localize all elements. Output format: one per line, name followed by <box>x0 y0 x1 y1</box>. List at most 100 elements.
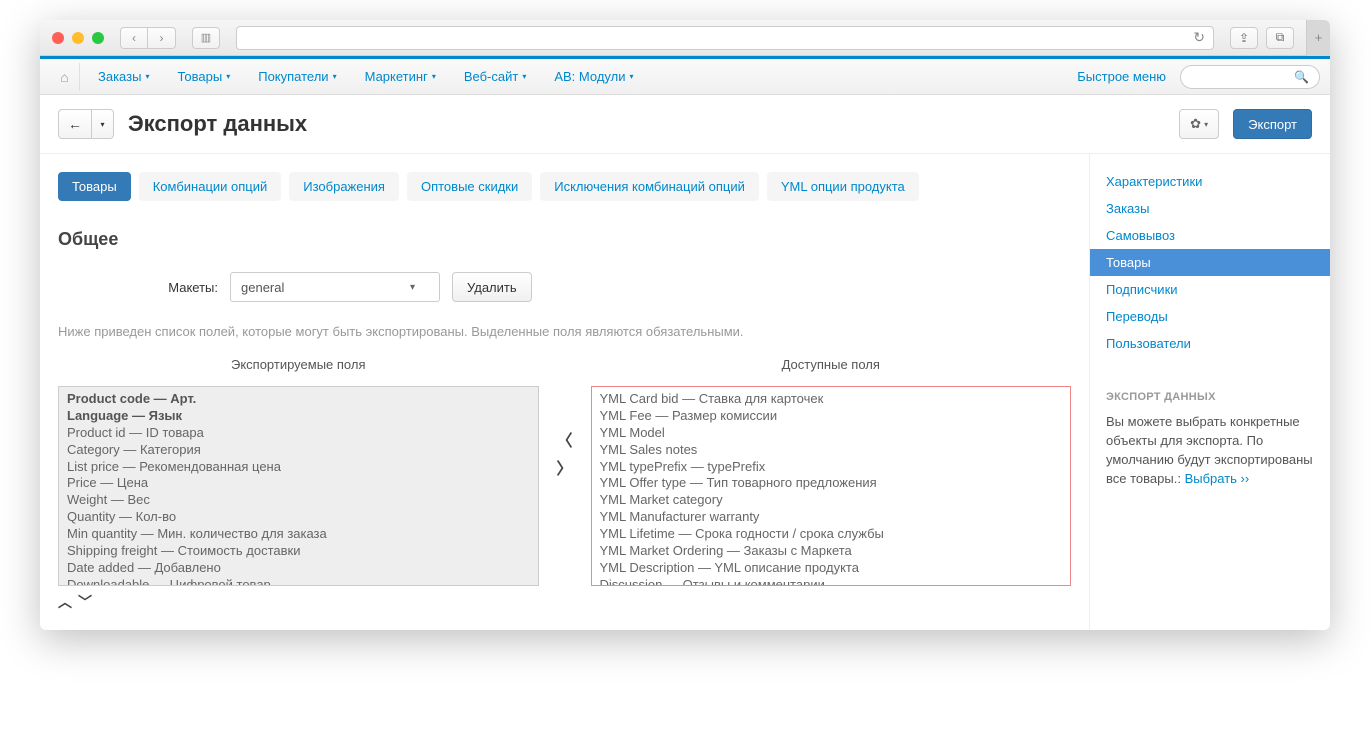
move-left-icon[interactable]: 〈 <box>557 427 573 451</box>
help-text: Ниже приведен список полей, которые могу… <box>58 324 1071 339</box>
tab-images[interactable]: Изображения <box>289 172 399 201</box>
list-item[interactable]: YML Card bid — Ставка для карточек <box>600 391 1063 408</box>
list-item[interactable]: List price — Рекомендованная цена <box>67 459 530 476</box>
page-title: Экспорт данных <box>128 111 307 137</box>
browser-toolbar-right: ⇪ ⧉ <box>1230 27 1294 49</box>
tab-exceptions[interactable]: Исключения комбинаций опций <box>540 172 759 201</box>
list-item[interactable]: YML Offer type — Тип товарного предложен… <box>600 475 1063 492</box>
list-item[interactable]: YML typePrefix — typePrefix <box>600 459 1063 476</box>
list-item[interactable]: Category — Категория <box>67 442 530 459</box>
list-item[interactable]: YML Market Ordering — Заказы с Маркета <box>600 543 1063 560</box>
sidebar-section: ЭКСПОРТ ДАННЫХ Вы можете выбрать конкрет… <box>1090 391 1330 488</box>
list-item[interactable]: YML Description — YML описание продукта <box>600 560 1063 577</box>
back-button-group: ← ▾ <box>58 109 114 139</box>
list-item[interactable]: Weight — Вес <box>67 492 530 509</box>
nav-products[interactable]: Товары▾ <box>163 59 244 95</box>
sidebar-item[interactable]: Переводы <box>1090 303 1330 330</box>
list-item[interactable]: YML Sales notes <box>600 442 1063 459</box>
window-controls <box>52 32 104 44</box>
move-right-icon[interactable]: 〉 <box>557 455 573 479</box>
nav-ab-modules[interactable]: AB: Модули▾ <box>540 59 647 95</box>
list-item[interactable]: Product id — ID товара <box>67 425 530 442</box>
list-item[interactable]: Downloadable — Цифровой товар <box>67 577 530 586</box>
available-fields-list[interactable]: YML Card bid — Ставка для карточекYML Fe… <box>591 386 1072 586</box>
layout-select[interactable]: general <box>230 272 440 302</box>
main-nav: ⌂ Заказы▾ Товары▾ Покупатели▾ Маркетинг▾… <box>40 59 1330 95</box>
section-title: Общее <box>58 229 1071 250</box>
main-column: Товары Комбинации опций Изображения Опто… <box>40 154 1090 630</box>
list-item[interactable]: Min quantity — Мин. количество для заказ… <box>67 526 530 543</box>
list-item[interactable]: Discussion — Отзывы и комментарии <box>600 577 1063 586</box>
list-item[interactable]: Price — Цена <box>67 475 530 492</box>
browser-nav: ‹ › <box>120 27 176 49</box>
gear-icon: ✿ <box>1190 116 1201 132</box>
nav-marketing[interactable]: Маркетинг▾ <box>351 59 450 95</box>
transfer-controls: 〈 〉 <box>557 357 573 479</box>
browser-forward-button[interactable]: › <box>148 27 176 49</box>
sidebar-item[interactable]: Самовывоз <box>1090 222 1330 249</box>
sidebar: ХарактеристикиЗаказыСамовывозТоварыПодпи… <box>1090 154 1330 630</box>
layout-row: Макеты: general Удалить <box>58 272 1071 302</box>
url-bar[interactable]: ↻ <box>236 26 1214 50</box>
list-item[interactable]: YML Model <box>600 425 1063 442</box>
move-down-icon[interactable]: ﹀ <box>78 592 92 612</box>
list-item[interactable]: Language — Язык <box>67 408 530 425</box>
back-button[interactable]: ← <box>58 109 92 139</box>
tab-option-combinations[interactable]: Комбинации опций <box>139 172 282 201</box>
sidebar-text: Вы можете выбрать конкретные объекты для… <box>1106 413 1314 488</box>
list-item[interactable]: Quantity — Кол-во <box>67 509 530 526</box>
back-dropdown[interactable]: ▾ <box>92 109 114 139</box>
sort-controls: ︿ ﹀ <box>58 592 539 612</box>
exported-header: Экспортируемые поля <box>58 357 539 372</box>
list-item[interactable]: YML Lifetime — Срока годности / срока сл… <box>600 526 1063 543</box>
page-header: ← ▾ Экспорт данных ✿▾ Экспорт <box>40 95 1330 154</box>
sidebar-toggle-icon[interactable]: ▥ <box>192 27 220 49</box>
available-header: Доступные поля <box>591 357 1072 372</box>
nav-orders[interactable]: Заказы▾ <box>84 59 163 95</box>
exported-fields-list[interactable]: Product code — Арт.Language — ЯзыкProduc… <box>58 386 539 586</box>
quick-menu-link[interactable]: Быстрое меню <box>1063 69 1180 84</box>
close-window-icon[interactable] <box>52 32 64 44</box>
browser-back-button[interactable]: ‹ <box>120 27 148 49</box>
tab-yml-options[interactable]: YML опции продукта <box>767 172 919 201</box>
list-item[interactable]: Shipping freight — Стоимость доставки <box>67 543 530 560</box>
select-link[interactable]: Выбрать ›› <box>1185 471 1250 486</box>
tab-products[interactable]: Товары <box>58 172 131 201</box>
sidebar-heading: ЭКСПОРТ ДАННЫХ <box>1106 391 1314 403</box>
export-button[interactable]: Экспорт <box>1233 109 1312 139</box>
home-icon[interactable]: ⌂ <box>50 63 80 91</box>
layout-label: Макеты: <box>58 280 218 295</box>
sidebar-item[interactable]: Подписчики <box>1090 276 1330 303</box>
sidebar-item[interactable]: Товары <box>1090 249 1330 276</box>
tab-wholesale[interactable]: Оптовые скидки <box>407 172 532 201</box>
nav-customers[interactable]: Покупатели▾ <box>244 59 350 95</box>
browser-window: ‹ › ▥ ↻ ⇪ ⧉ + ⌂ Заказы▾ Товары▾ Покупате… <box>40 20 1330 630</box>
list-item[interactable]: Product code — Арт. <box>67 391 530 408</box>
search-icon: 🔍 <box>1294 70 1309 84</box>
sidebar-links: ХарактеристикиЗаказыСамовывозТоварыПодпи… <box>1090 154 1330 383</box>
settings-button[interactable]: ✿▾ <box>1179 109 1219 139</box>
available-column: Доступные поля YML Card bid — Ставка для… <box>591 357 1072 586</box>
list-item[interactable]: Date added — Добавлено <box>67 560 530 577</box>
sidebar-item[interactable]: Заказы <box>1090 195 1330 222</box>
tabs-icon[interactable]: ⧉ <box>1266 27 1294 49</box>
new-tab-button[interactable]: + <box>1306 20 1330 56</box>
reload-icon[interactable]: ↻ <box>1193 29 1205 46</box>
delete-button[interactable]: Удалить <box>452 272 532 302</box>
list-item[interactable]: YML Manufacturer warranty <box>600 509 1063 526</box>
minimize-window-icon[interactable] <box>72 32 84 44</box>
app-content: ⌂ Заказы▾ Товары▾ Покупатели▾ Маркетинг▾… <box>40 56 1330 630</box>
content: Товары Комбинации опций Изображения Опто… <box>40 154 1330 630</box>
search-input[interactable]: 🔍 <box>1180 65 1320 89</box>
list-item[interactable]: YML Fee — Размер комиссии <box>600 408 1063 425</box>
maximize-window-icon[interactable] <box>92 32 104 44</box>
sidebar-item[interactable]: Характеристики <box>1090 168 1330 195</box>
tabs: Товары Комбинации опций Изображения Опто… <box>58 172 1071 201</box>
share-icon[interactable]: ⇪ <box>1230 27 1258 49</box>
list-item[interactable]: YML Market category <box>600 492 1063 509</box>
sidebar-item[interactable]: Пользователи <box>1090 330 1330 357</box>
exported-column: Экспортируемые поля Product code — Арт.L… <box>58 357 539 612</box>
browser-titlebar: ‹ › ▥ ↻ ⇪ ⧉ + <box>40 20 1330 56</box>
nav-website[interactable]: Веб-сайт▾ <box>450 59 541 95</box>
move-up-icon[interactable]: ︿ <box>58 592 72 612</box>
